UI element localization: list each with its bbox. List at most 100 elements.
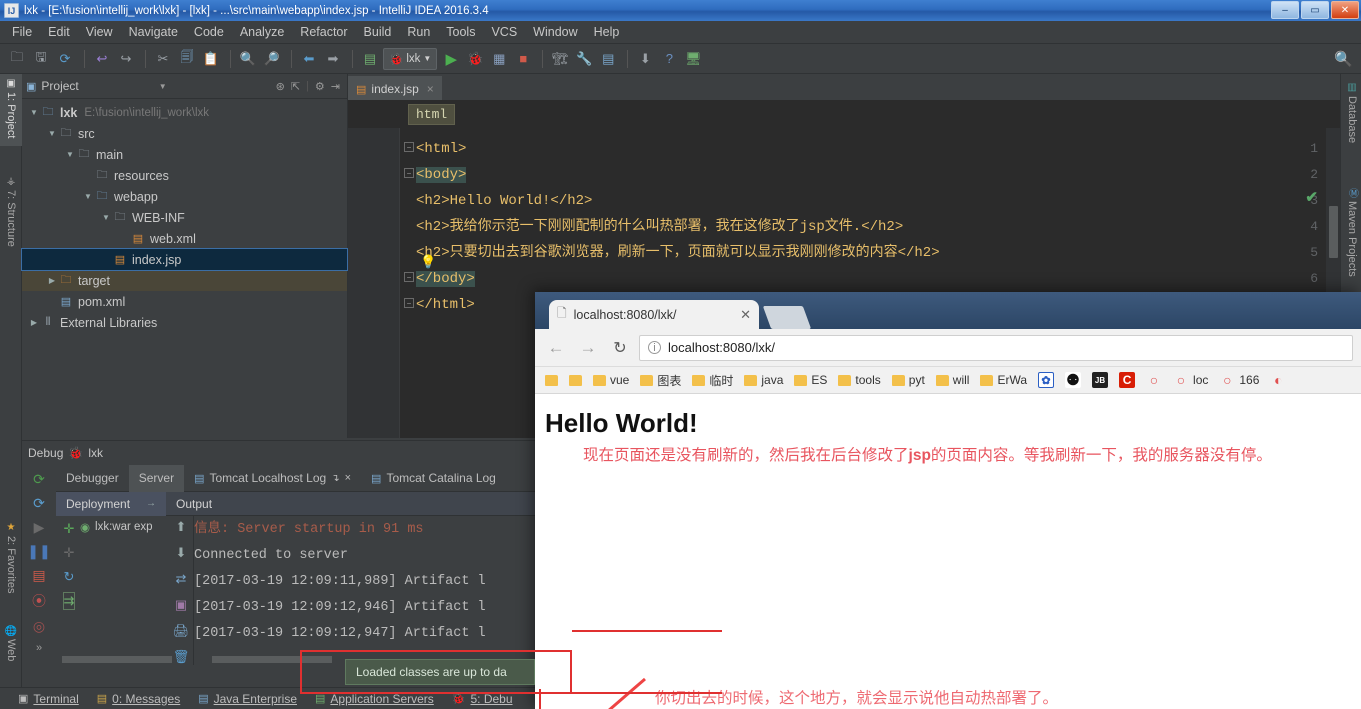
redeploy-icon[interactable]: ↻ (64, 569, 75, 585)
bookmark-item[interactable] (565, 373, 586, 388)
build-icon[interactable]: 🏗 (549, 48, 571, 70)
rerun-icon[interactable]: ⟳ (33, 471, 45, 488)
paste-icon[interactable]: 📋 (200, 48, 222, 70)
save-all-icon[interactable]: 🖫 (30, 48, 52, 70)
bookmark-item[interactable]: ○ 166 (1215, 370, 1263, 390)
console-output[interactable]: 信息: Server startup in 91 ms Connected to … (194, 517, 544, 665)
restart-icon[interactable]: ⟳ (33, 495, 45, 512)
address-bar[interactable]: i localhost:8080/lxk/ (639, 334, 1353, 361)
bookmark-item[interactable]: C (1115, 370, 1139, 390)
chevron-down-icon[interactable]: ▼ (64, 150, 76, 159)
open-folder-icon[interactable]: 🗀 (6, 48, 28, 70)
chevron-down-icon[interactable]: ▼ (159, 82, 167, 91)
bookmark-item[interactable]: ○ loc (1169, 370, 1212, 390)
back-icon[interactable]: ⬅ (298, 48, 320, 70)
soft-wrap-icon[interactable]: ⇄ (176, 571, 187, 587)
scroll-down-icon[interactable]: ⬇ (176, 545, 187, 561)
sidebar-item-favorites[interactable]: ★ 2: Favorites (0, 518, 22, 610)
compile-icon[interactable]: ▤ (359, 48, 381, 70)
statusbar-item-terminal[interactable]: ▣ Terminal (18, 692, 79, 706)
tree-node-web-inf[interactable]: ▼ 🗀 WEB-INF (22, 207, 347, 228)
pause-icon[interactable]: ❚❚ (27, 543, 50, 560)
chevron-right-icon[interactable]: ▶ (46, 276, 58, 285)
tree-node-resources[interactable]: 🗀 resources (22, 165, 347, 186)
fold-marker[interactable]: − (404, 298, 414, 308)
debug-tab-tomcat-localhost-log[interactable]: ▤ Tomcat Localhost Log ↴ × (184, 465, 361, 492)
export-icon[interactable]: ▣ (175, 597, 187, 613)
forward-icon[interactable]: → (575, 335, 601, 361)
tree-node-external-libraries[interactable]: ▶ ⦀ External Libraries (22, 312, 347, 333)
sync-project-icon[interactable]: ⬇ (634, 48, 656, 70)
deployment-hscrollbar[interactable] (62, 656, 172, 663)
coverage-icon[interactable]: ▦ (488, 48, 510, 70)
fold-marker[interactable]: − (404, 142, 414, 152)
update-icon[interactable]: ⇉ (62, 592, 76, 610)
browser-tab[interactable]: 🗋 localhost:8080/lxk/ ✕ (549, 300, 759, 329)
code-line[interactable]: <h2>Hello World!</h2> (416, 188, 592, 214)
tree-node-target[interactable]: ▶ 🗀 target (22, 270, 347, 291)
redo-icon[interactable]: ↪ (115, 48, 137, 70)
resume-icon[interactable]: ▶ (34, 519, 45, 536)
bookmark-item[interactable]: will (932, 371, 974, 389)
bookmark-item[interactable]: tools (834, 371, 884, 389)
debug-tab-server[interactable]: Server (128, 464, 185, 492)
code-line[interactable]: </html> (416, 292, 475, 318)
screenshot-icon[interactable]: 🖥 (682, 48, 704, 70)
menu-item-vcs[interactable]: VCS (483, 23, 525, 41)
menu-item-edit[interactable]: Edit (40, 23, 78, 41)
intention-bulb-icon[interactable]: 💡 (420, 254, 436, 270)
stop-icon[interactable]: ▤ (32, 567, 45, 584)
chevron-down-icon[interactable]: ▼ (28, 108, 40, 117)
close-icon[interactable]: ✕ (740, 307, 751, 323)
bookmark-item[interactable]: ES (790, 371, 831, 389)
menu-item-analyze[interactable]: Analyze (232, 23, 292, 41)
pin-icon[interactable]: ↴ (331, 473, 339, 484)
settings-icon[interactable]: 🔧 (573, 48, 595, 70)
scroll-up-icon[interactable]: ⬆ (176, 519, 187, 535)
breakpoints-icon[interactable]: ⦿ (32, 591, 46, 611)
add-icon[interactable]: ✛ (64, 521, 75, 537)
close-icon[interactable]: × (345, 472, 351, 484)
info-icon[interactable]: i (648, 341, 661, 354)
sidebar-item-project[interactable]: ▣ 1: Project (0, 74, 22, 146)
settings-icon[interactable]: ⚙ (315, 80, 325, 93)
tree-node-main[interactable]: ▼ 🗀 main (22, 144, 347, 165)
scrollbar-thumb[interactable] (1329, 206, 1338, 258)
debug-tab-tomcat-catalina-log[interactable]: ▤ Tomcat Catalina Log (361, 465, 506, 492)
hide-icon[interactable]: ⇥ (331, 80, 340, 93)
menu-item-run[interactable]: Run (399, 23, 438, 41)
bookmark-item[interactable]: pyt (888, 371, 929, 389)
reload-icon[interactable]: ↻ (607, 335, 633, 361)
bookmark-item[interactable]: 临时 (688, 370, 737, 391)
tab-index-jsp[interactable]: ▤ index.jsp × (348, 76, 442, 100)
menu-item-refactor[interactable]: Refactor (292, 23, 355, 41)
menu-item-view[interactable]: View (78, 23, 121, 41)
sidebar-item-database[interactable]: ▥ Database (1341, 78, 1361, 158)
sidebar-item-web[interactable]: 🌐 Web (0, 620, 22, 676)
help-icon[interactable]: ? (658, 48, 680, 70)
bookmark-item[interactable]: java (740, 371, 787, 389)
find-icon[interactable]: 🔍 (237, 48, 259, 70)
remove-icon[interactable]: ✛ (64, 545, 75, 561)
bookmark-item[interactable]: ⚉ (1061, 370, 1085, 390)
project-tree[interactable]: ▼ 🗀 lxk E:\fusion\intellij_work\lxk ▼ 🗀 src ▼ 🗀 m… (21, 99, 348, 333)
cut-icon[interactable]: ✂ (152, 48, 174, 70)
close-button[interactable]: ✕ (1331, 1, 1359, 19)
bookmark-item[interactable]: JB (1088, 370, 1112, 390)
chevron-down-icon[interactable]: ▼ (100, 213, 112, 222)
debug-icon[interactable]: 🐞 (464, 48, 486, 70)
sidebar-item-maven[interactable]: Ⓜ Maven Projects (1341, 184, 1361, 306)
statusbar-item-0--messages[interactable]: ▤ 0: Messages (97, 692, 180, 706)
tree-node-webapp[interactable]: ▼ 🗀 webapp (22, 186, 347, 207)
project-structure-icon[interactable]: ▤ (597, 48, 619, 70)
replace-icon[interactable]: 🔎 (261, 48, 283, 70)
menu-item-help[interactable]: Help (586, 23, 628, 41)
fold-marker[interactable]: − (404, 168, 414, 178)
chevron-down-icon[interactable]: ▼ (82, 192, 94, 201)
more-icon[interactable]: » (36, 642, 42, 654)
code-line[interactable]: <h2>只要切出去到谷歌浏览器，刷新一下，页面就可以显示我刚刚修改的内容</h2… (416, 240, 940, 266)
menu-item-build[interactable]: Build (356, 23, 400, 41)
tree-node-lxk[interactable]: ▼ 🗀 lxk E:\fusion\intellij_work\lxk (22, 102, 347, 123)
run-icon[interactable]: ▶ (440, 48, 462, 70)
undo-icon[interactable]: ↩ (91, 48, 113, 70)
